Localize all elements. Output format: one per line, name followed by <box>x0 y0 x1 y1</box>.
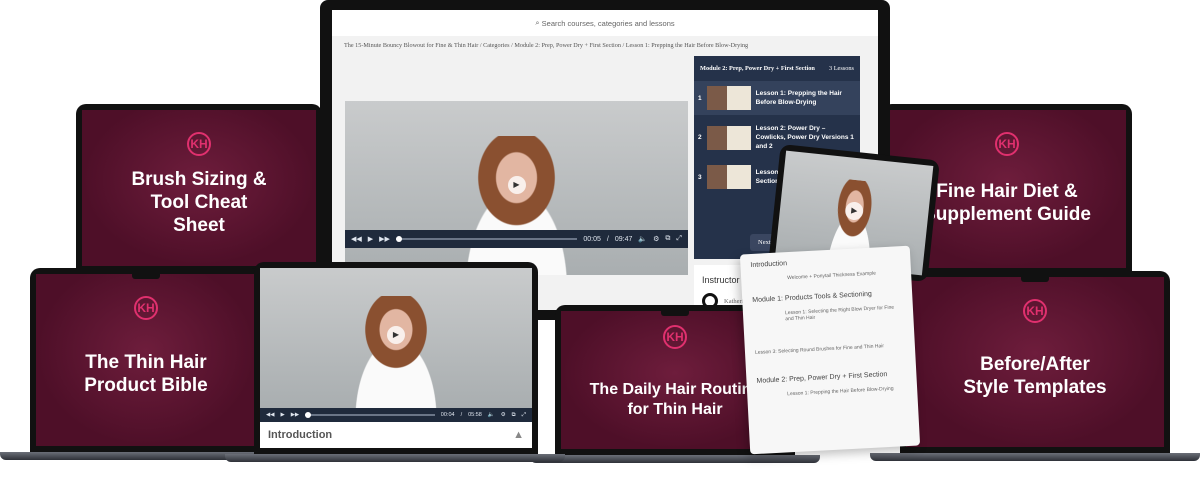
lesson-thumbnail <box>706 86 751 110</box>
lesson-number: 1 <box>698 94 702 102</box>
duration: 05:58 <box>468 412 482 418</box>
play-icon[interactable]: ▶ <box>507 175 526 194</box>
time-separator: / <box>460 412 463 418</box>
laptop-front-left: KH The Thin Hair Product Bible <box>30 268 262 452</box>
logo-icon: KH <box>187 132 211 156</box>
fullscreen-icon[interactable]: ⤢ <box>522 412 526 419</box>
lesson-number: 3 <box>698 173 702 181</box>
course-outline-scroll: Introduction Welcome + Ponytail Thicknes… <box>739 245 921 455</box>
lesson-item[interactable]: 1 Lesson 1: Prepping the Hair Before Blow… <box>694 81 860 115</box>
gear-icon[interactable]: ⚙ <box>653 235 659 243</box>
rewind-icon[interactable]: ◀◀ <box>266 412 274 418</box>
lesson-thumbnail <box>706 125 751 150</box>
laptop-front-right: KH Before/After Style Templates <box>900 271 1170 453</box>
gear-icon[interactable]: ⚙ <box>501 412 506 418</box>
laptop-video: ▶ ◀◀ ▶ ▶▶ 00:04/05:58 🔈 ⚙ ⧉ ⤢ Introduction ▲ <box>254 262 538 454</box>
outline-item: Module 2: Prep, Power Dry + First Sectio… <box>756 371 888 385</box>
product-title: The Daily Hair Routine for Thin Hair <box>589 381 761 418</box>
outline-item: Welcome + Ponytail Thickness Example <box>787 270 877 282</box>
video-controls: ◀◀ ▶ ▶▶ 00:05/09:47 🔈 ⚙ ⧉ ⤢ <box>345 230 688 248</box>
lesson-title: Lesson 1: Prepping the Hair Before Blow-… <box>755 90 842 106</box>
logo-icon: KH <box>663 325 687 349</box>
search-bar[interactable]: ⌕ Search courses, categories and lessons <box>332 10 878 36</box>
duration: 09:47 <box>614 235 633 243</box>
lesson-count: 3 Lessons <box>828 65 854 72</box>
play-button[interactable]: ▶ <box>368 235 373 243</box>
popout-icon[interactable]: ⧉ <box>512 412 516 419</box>
collapse-icon[interactable]: ▲ <box>513 429 524 441</box>
video-frame <box>437 135 596 275</box>
section-header[interactable]: Introduction ▲ <box>260 422 532 448</box>
lesson-thumbnail <box>706 165 751 189</box>
logo-icon: KH <box>1023 299 1047 323</box>
popout-icon[interactable]: ⧉ <box>665 235 670 243</box>
current-time: 00:05 <box>583 235 601 243</box>
outline-item: Module 1: Products Tools & Sectioning <box>752 290 873 304</box>
laptop-base <box>530 455 820 463</box>
forward-icon[interactable]: ▶▶ <box>379 235 390 243</box>
time-separator: / <box>606 235 609 243</box>
laptop-base <box>225 454 565 462</box>
module-title: Module 2: Prep, Power Dry + First Sectio… <box>700 65 815 72</box>
volume-icon[interactable]: 🔈 <box>488 412 495 418</box>
rewind-icon[interactable]: ◀◀ <box>351 235 362 243</box>
product-title: Fine Hair Diet & Supplement Guide <box>923 181 1091 225</box>
logo-icon: KH <box>995 132 1019 156</box>
laptop-back-left: KH Brush Sizing & Tool Cheat Sheet <box>76 104 322 272</box>
outline-item: Lesson 1: Prepping the Hair Before Blow-… <box>787 385 894 398</box>
volume-icon[interactable]: 🔈 <box>638 235 647 243</box>
product-title: Brush Sizing & Tool Cheat Sheet <box>131 168 267 236</box>
laptop-base <box>870 453 1200 461</box>
outline-item: Introduction <box>750 260 788 270</box>
video-player[interactable]: ▶ <box>260 268 532 408</box>
outline-item: Lesson 3: Selecting Round Brushes for Fi… <box>754 343 885 356</box>
outline-item: Lesson 1: Selecting the Right Blow Dryer… <box>784 304 895 323</box>
play-button[interactable]: ▶ <box>280 412 284 418</box>
product-title: Before/After Style Templates <box>963 354 1107 398</box>
seek-bar[interactable] <box>305 412 435 418</box>
product-title: The Thin Hair Product Bible <box>84 352 208 396</box>
forward-icon[interactable]: ▶▶ <box>291 412 299 418</box>
seek-bar[interactable] <box>395 236 578 242</box>
fullscreen-icon[interactable]: ⤢ <box>676 235 682 243</box>
lesson-number: 2 <box>698 134 702 141</box>
section-title: Introduction <box>268 429 333 441</box>
breadcrumb[interactable]: The 15-Minute Bouncy Blowout for Fine & … <box>332 36 878 55</box>
video-frame <box>333 296 459 408</box>
video-player[interactable]: ▶ <box>345 101 688 275</box>
logo-icon: KH <box>134 296 158 320</box>
search-input[interactable]: Search courses, categories and lessons <box>542 19 675 28</box>
video-controls: ◀◀ ▶ ▶▶ 00:04/05:58 🔈 ⚙ ⧉ ⤢ <box>260 408 532 422</box>
current-time: 00:04 <box>440 412 455 418</box>
